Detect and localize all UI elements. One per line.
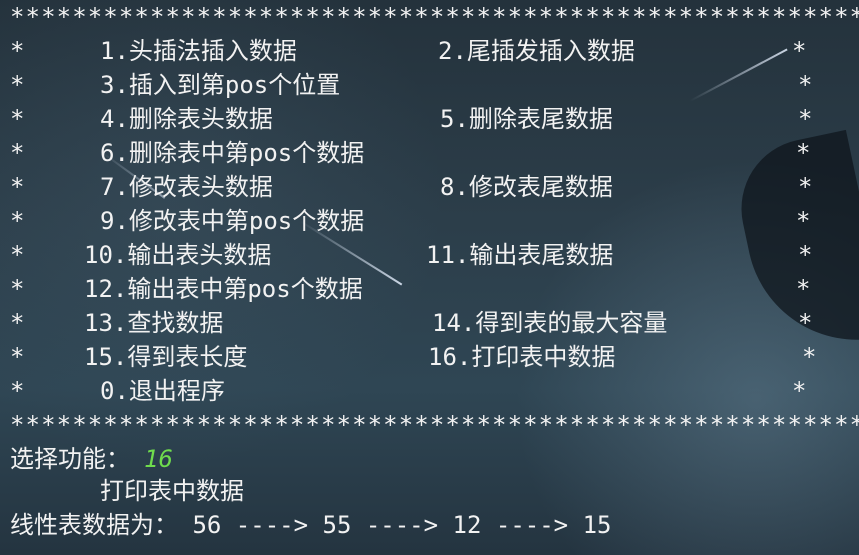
row-left-star: *: [10, 173, 25, 201]
background-silhouette: [728, 129, 859, 361]
row-left-star: *: [10, 71, 25, 99]
row-left-star: *: [10, 241, 25, 269]
menu-option-9: 9.修改表中第pos个数据: [100, 207, 365, 235]
menu-row-2: * 3.插入到第pos个位置 *: [0, 68, 812, 102]
menu-option-14: 14.得到表的最大容量: [432, 309, 668, 337]
row-left-star: *: [10, 343, 25, 371]
row-right-star: *: [798, 173, 813, 201]
menu-option-1: 1.头插法插入数据: [100, 37, 297, 65]
prompt-line: 选择功能： 16: [0, 442, 173, 476]
terminal-window: ****************************************…: [0, 0, 859, 555]
row-right-star: *: [796, 139, 811, 167]
row-left-star: *: [10, 377, 25, 405]
row-right-star: *: [802, 343, 817, 371]
menu-row-3: * 4.删除表头数据 5.删除表尾数据 *: [0, 102, 812, 136]
result-text: 线性表数据为： 56 ----> 55 ----> 12 ----> 15: [10, 511, 612, 539]
menu-row-4: * 6.删除表中第pos个数据 *: [0, 136, 810, 170]
menu-option-3: 3.插入到第pos个位置: [100, 71, 341, 99]
menu-option-2: 2.尾插发插入数据: [438, 37, 635, 65]
menu-row-11: * 0.退出程序 *: [0, 374, 806, 408]
menu-option-5: 5.删除表尾数据: [440, 105, 613, 133]
menu-row-6: * 9.修改表中第pos个数据 *: [0, 204, 810, 238]
menu-row-1: * 1.头插法插入数据 2.尾插发插入数据 *: [0, 34, 806, 68]
menu-border-bottom: ****************************************…: [0, 408, 859, 442]
row-left-star: *: [10, 105, 25, 133]
row-left-star: *: [10, 275, 25, 303]
menu-option-16: 16.打印表中数据: [428, 343, 616, 371]
menu-option-12: 12.输出表中第pos个数据: [84, 275, 363, 303]
echo-text: 打印表中数据: [100, 477, 244, 505]
menu-row-8: * 12.输出表中第pos个数据 *: [0, 272, 810, 306]
row-right-star: *: [792, 377, 807, 405]
result-line: 线性表数据为： 56 ----> 55 ----> 12 ----> 15: [0, 508, 611, 542]
menu-option-4: 4.删除表头数据: [100, 105, 273, 133]
row-left-star: *: [10, 139, 25, 167]
row-right-star: *: [798, 105, 813, 133]
menu-option-15: 15.得到表长度: [84, 343, 248, 371]
menu-row-5: * 7.修改表头数据 8.修改表尾数据 *: [0, 170, 812, 204]
menu-option-0: 0.退出程序: [100, 377, 225, 405]
border-text: ****************************************…: [10, 3, 859, 31]
row-right-star: *: [798, 241, 813, 269]
row-right-star: *: [796, 275, 811, 303]
input-value[interactable]: 16: [144, 442, 173, 476]
menu-row-9: * 13.查找数据 14.得到表的最大容量 *: [0, 306, 812, 340]
row-left-star: *: [10, 37, 25, 65]
border-text: ****************************************…: [10, 411, 859, 439]
menu-option-8: 8.修改表尾数据: [440, 173, 613, 201]
prompt-label: 选择功能：: [10, 445, 130, 473]
echo-line: 打印表中数据: [0, 474, 244, 508]
row-right-star: *: [798, 309, 813, 337]
meteor-streak-2: [689, 48, 788, 102]
menu-option-6: 6.删除表中第pos个数据: [100, 139, 365, 167]
row-right-star: *: [792, 37, 807, 65]
row-left-star: *: [10, 207, 25, 235]
menu-border-top: ****************************************…: [0, 0, 859, 34]
menu-row-7: * 10.输出表头数据 11.输出表尾数据 *: [0, 238, 812, 272]
menu-option-13: 13.查找数据: [84, 309, 224, 337]
menu-option-11: 11.输出表尾数据: [426, 241, 614, 269]
menu-option-7: 7.修改表头数据: [100, 173, 273, 201]
row-left-star: *: [10, 309, 25, 337]
row-right-star: *: [798, 71, 813, 99]
row-right-star: *: [796, 207, 811, 235]
menu-row-10: * 15.得到表长度 16.打印表中数据 *: [0, 340, 816, 374]
menu-option-10: 10.输出表头数据: [84, 241, 272, 269]
